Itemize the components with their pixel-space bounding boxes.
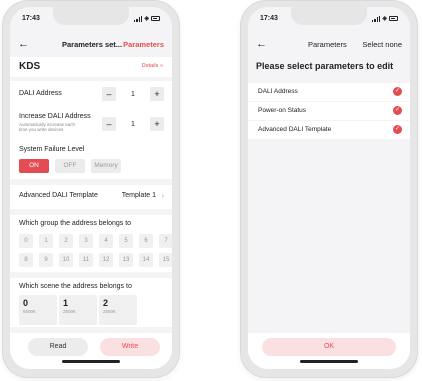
nav-bar: ← Parameters Select none [248,37,410,53]
nav-parameters-button[interactable]: Parameters [123,40,164,49]
parameter-label: DALI Address [258,88,298,95]
phone-frame-left: 17:43 ◈ ← Parameters set... Parameters K… [2,0,180,378]
battery-icon [151,16,160,21]
increase-address-decrement-button[interactable]: – [102,117,116,131]
divider [10,179,172,185]
scene-card[interactable]: 1 2500K [59,295,97,325]
system-failure-on-button[interactable]: ON [19,159,49,173]
device-header: KDS Details » [10,57,172,77]
status-bar: 17:43 ◈ [248,15,410,27]
scene-list: 0 6500K 1 2500K 2 2500K [19,295,137,325]
group-item[interactable]: 2 [59,234,73,248]
status-time: 17:43 [260,15,278,22]
home-indicator [300,360,358,363]
dali-address-stepper: – 1 + [102,87,164,101]
group-item[interactable]: 7 [159,234,172,248]
system-failure-label: System Failure Level [19,146,85,153]
divider [10,209,172,215]
divider [10,272,172,278]
increase-address-label: Increase DALI Address [19,113,91,120]
nav-title: Parameters set... [62,40,123,49]
parameters-set-screen: 17:43 ◈ ← Parameters set... Parameters K… [10,7,172,369]
group-item[interactable]: 9 [39,253,53,267]
increase-address-hint: Automatically increase each time you wri… [19,122,76,132]
dali-address-decrement-button[interactable]: – [102,87,116,101]
template-value: Template 1 [121,192,156,199]
signal-icon [371,15,381,22]
device-name: KDS [19,61,41,72]
parameter-row-advanced-template[interactable]: Advanced DALI Template ✓ [248,121,410,139]
template-label: Advanced DALI Template [19,192,98,199]
settings-panel: DALI Address – 1 + Increase DALI Address… [10,81,172,327]
home-indicator [62,360,120,363]
chevron-right-icon: › [161,191,164,200]
checkmark-icon[interactable]: ✓ [393,125,402,134]
scene-card[interactable]: 2 2500K [99,295,137,325]
group-item[interactable]: 4 [99,234,113,248]
group-item[interactable]: 11 [79,253,93,267]
wifi-icon: ◈ [144,16,149,22]
status-time: 17:43 [22,15,40,22]
checkmark-icon[interactable]: ✓ [393,106,402,115]
back-arrow-icon[interactable]: ← [256,37,267,51]
select-parameters-screen: 17:43 ◈ ← Parameters Select none Please … [248,7,410,369]
read-button[interactable]: Read [28,338,88,356]
nav-title: Parameters [308,40,347,49]
phone-frame-right: 17:43 ◈ ← Parameters Select none Please … [240,0,418,378]
status-bar: 17:43 ◈ [10,15,172,27]
details-link[interactable]: Details » [142,63,163,69]
template-row[interactable]: Advanced DALI Template Template 1 › [10,189,172,205]
group-item[interactable]: 6 [139,234,153,248]
group-item[interactable]: 10 [59,253,73,267]
details-label: Details [141,63,159,69]
group-item[interactable]: 15 [159,253,172,267]
page-heading: Please select parameters to edit [256,61,394,71]
battery-icon [389,16,398,21]
group-item[interactable]: 0 [19,234,33,248]
increase-address-stepper: – 1 + [102,117,164,131]
group-item[interactable]: 3 [79,234,93,248]
increase-address-increment-button[interactable]: + [150,117,164,131]
back-arrow-icon[interactable]: ← [18,37,29,51]
system-failure-memory-button[interactable]: Memory [91,159,121,173]
group-item[interactable]: 5 [119,234,133,248]
footer-bar: Read Write [10,333,172,369]
group-item[interactable]: 12 [99,253,113,267]
footer-bar: OK [248,333,410,369]
wifi-icon: ◈ [382,16,387,22]
select-none-button[interactable]: Select none [362,40,402,49]
group-section-label: Which group the address belongs to [19,220,132,227]
ok-button[interactable]: OK [262,338,396,356]
signal-icon [133,15,143,22]
parameter-row-dali-address[interactable]: DALI Address ✓ [248,83,410,101]
system-failure-off-button[interactable]: OFF [55,159,85,173]
parameter-label: Power-on Status [258,107,307,114]
parameter-row-power-on-status[interactable]: Power-on Status ✓ [248,102,410,120]
group-item[interactable]: 8 [19,253,33,267]
parameter-label: Advanced DALI Template [258,126,332,133]
dali-address-label: DALI Address [19,90,62,97]
increase-address-value[interactable]: 1 [116,121,150,128]
nav-bar: ← Parameters set... Parameters [10,37,172,53]
dali-address-value[interactable]: 1 [116,91,150,98]
group-item[interactable]: 14 [139,253,153,267]
write-button[interactable]: Write [100,338,160,356]
scene-card[interactable]: 0 6500K [19,295,57,325]
system-failure-options: ON OFF Memory [19,159,121,173]
checkmark-icon[interactable]: ✓ [393,87,402,96]
group-item[interactable]: 1 [39,234,53,248]
dali-address-increment-button[interactable]: + [150,87,164,101]
scene-section-label: Which scene the address belongs to [19,283,132,290]
group-grid: 0 1 2 3 4 5 6 7 8 9 10 11 12 13 14 15 [19,234,172,267]
group-item[interactable]: 13 [119,253,133,267]
chevron-right-icon: » [159,63,163,69]
